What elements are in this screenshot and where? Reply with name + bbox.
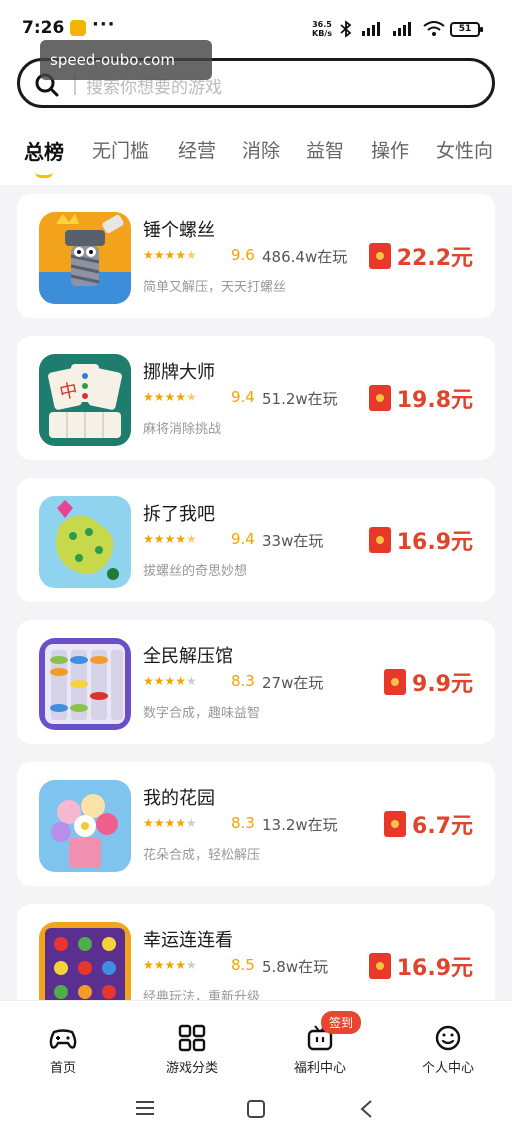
tab-female[interactable]: 女性向 xyxy=(436,136,493,163)
player-count: 486.4w在玩 xyxy=(262,248,348,266)
game-card[interactable]: 锤个螺丝 ★★★★★ 9.6 486.4w在玩 简单又解压，天天打螺丝 22.2… xyxy=(17,194,495,318)
tab-puzzle[interactable]: 益智 xyxy=(306,136,344,163)
nav-profile[interactable]: 个人中心 xyxy=(403,1023,493,1076)
nav-categories-label: 游戏分类 xyxy=(165,1061,218,1076)
game-name: 全民解压馆 xyxy=(143,646,233,667)
rating-stars: ★★★★★ xyxy=(143,958,197,972)
signal-icon xyxy=(362,21,381,36)
tab-no-threshold[interactable]: 无门槛 xyxy=(92,136,149,163)
top-bar: 7:26 ··· 36.5 KB/s 51 speed-oubo.com 搜索你… xyxy=(0,0,512,185)
bluetooth-icon xyxy=(340,19,352,38)
reward-amount[interactable]: 6.7元 xyxy=(384,808,473,839)
category-tabs: 总榜 无门槛 经营 消除 益智 操作 女性向 xyxy=(0,136,512,180)
rating-score: 9.4 xyxy=(231,530,255,548)
tab-action[interactable]: 操作 xyxy=(371,136,409,163)
game-desc: 简单又解压，天天打螺丝 xyxy=(143,280,287,295)
game-desc: 麻将消除挑战 xyxy=(143,422,222,437)
rating-stars: ★★★★★ xyxy=(143,532,197,546)
player-count: 27w在玩 xyxy=(262,674,324,692)
game-card[interactable]: 我的花园 ★★★★★ 8.3 13.2w在玩 花朵合成，轻松解压 6.7元 xyxy=(17,762,495,886)
reward-amount[interactable]: 16.9元 xyxy=(368,950,473,981)
player-count: 13.2w在玩 xyxy=(262,816,338,834)
tab-elimination[interactable]: 消除 xyxy=(242,136,280,163)
signal-wifi-icons xyxy=(340,18,445,38)
network-speed: 36.5 KB/s xyxy=(312,20,332,38)
game-card[interactable]: 中 挪牌大师 ★★★★★ 9.4 51.2w在玩 麻将消除挑战 19.8元 xyxy=(17,336,495,460)
game-name: 幸运连连看 xyxy=(143,930,233,951)
system-nav-bar xyxy=(0,1084,512,1139)
nav-categories[interactable]: 游戏分类 xyxy=(147,1023,237,1076)
game-desc: 数字合成，趣味益智 xyxy=(143,706,261,721)
more-notifications-icon: ··· xyxy=(92,14,116,35)
game-name: 挪牌大师 xyxy=(143,362,215,383)
game-card[interactable]: 全民解压馆 ★★★★★ 8.3 27w在玩 数字合成，趣味益智 9.9元 xyxy=(17,620,495,744)
game-icon-unscrew[interactable] xyxy=(39,496,131,588)
signal-icon-2 xyxy=(393,21,412,36)
game-icon-garden[interactable] xyxy=(39,780,131,872)
smiley-icon xyxy=(435,1025,461,1051)
game-desc: 花朵合成，轻松解压 xyxy=(143,848,261,863)
tab-management[interactable]: 经营 xyxy=(178,136,216,163)
player-count: 33w在玩 xyxy=(262,532,324,550)
red-envelope-icon xyxy=(368,385,391,411)
game-card[interactable]: 拆了我吧 ★★★★★ 9.4 33w在玩 拔螺丝的奇思妙想 16.9元 xyxy=(17,478,495,602)
bottom-nav: 首页 游戏分类 福利中心 签到 个人中心 xyxy=(0,1000,512,1084)
game-name: 锤个螺丝 xyxy=(143,220,215,241)
red-envelope-icon xyxy=(368,953,391,979)
game-icon-screw[interactable] xyxy=(39,212,131,304)
gamepad-icon xyxy=(49,1029,77,1049)
watermark: speed-oubo.com xyxy=(40,40,212,80)
rating-score: 8.5 xyxy=(231,956,255,974)
nav-home-label: 首页 xyxy=(49,1061,76,1076)
nav-welfare-label: 福利中心 xyxy=(293,1061,346,1076)
reward-amount[interactable]: 9.9元 xyxy=(384,666,473,697)
player-count: 5.8w在玩 xyxy=(262,958,329,976)
battery-icon: 51 xyxy=(450,22,483,37)
reward-amount[interactable]: 22.2元 xyxy=(368,240,473,271)
reward-amount[interactable]: 16.9元 xyxy=(368,524,473,555)
grid-icon xyxy=(178,1024,206,1052)
network-speed-value: 36.5 xyxy=(312,20,332,29)
game-icon-mahjong[interactable]: 中 xyxy=(39,354,131,446)
rating-stars: ★★★★★ xyxy=(143,248,197,262)
reward-amount[interactable]: 19.8元 xyxy=(368,382,473,413)
game-name: 我的花园 xyxy=(143,788,215,809)
rating-stars: ★★★★★ xyxy=(143,816,197,830)
rating-score: 8.3 xyxy=(231,672,255,690)
tab-overall[interactable]: 总榜 xyxy=(24,136,64,165)
rating-score: 8.3 xyxy=(231,814,255,832)
player-count: 51.2w在玩 xyxy=(262,390,338,408)
sign-in-badge[interactable]: 签到 xyxy=(321,1011,362,1034)
app-notification-icon xyxy=(70,20,86,36)
rating-stars: ★★★★★ xyxy=(143,674,197,688)
red-envelope-icon xyxy=(384,811,407,837)
status-time: 7:26 xyxy=(22,18,65,38)
game-name: 拆了我吧 xyxy=(143,504,215,525)
back-icon[interactable] xyxy=(356,1098,378,1120)
red-envelope-icon xyxy=(368,527,391,553)
red-envelope-icon xyxy=(368,243,391,269)
red-envelope-icon xyxy=(384,669,407,695)
recent-apps-icon[interactable] xyxy=(134,1098,156,1118)
nav-home[interactable]: 首页 xyxy=(18,1023,108,1076)
network-speed-unit: KB/s xyxy=(312,29,332,38)
rating-stars: ★★★★★ xyxy=(143,390,197,404)
nav-profile-label: 个人中心 xyxy=(421,1061,474,1076)
home-button-icon[interactable] xyxy=(245,1098,267,1120)
game-icon-stack[interactable] xyxy=(39,638,131,730)
rating-score: 9.6 xyxy=(231,246,255,264)
rating-score: 9.4 xyxy=(231,388,255,406)
game-desc: 拔螺丝的奇思妙想 xyxy=(143,564,248,579)
wifi-icon xyxy=(423,20,445,36)
